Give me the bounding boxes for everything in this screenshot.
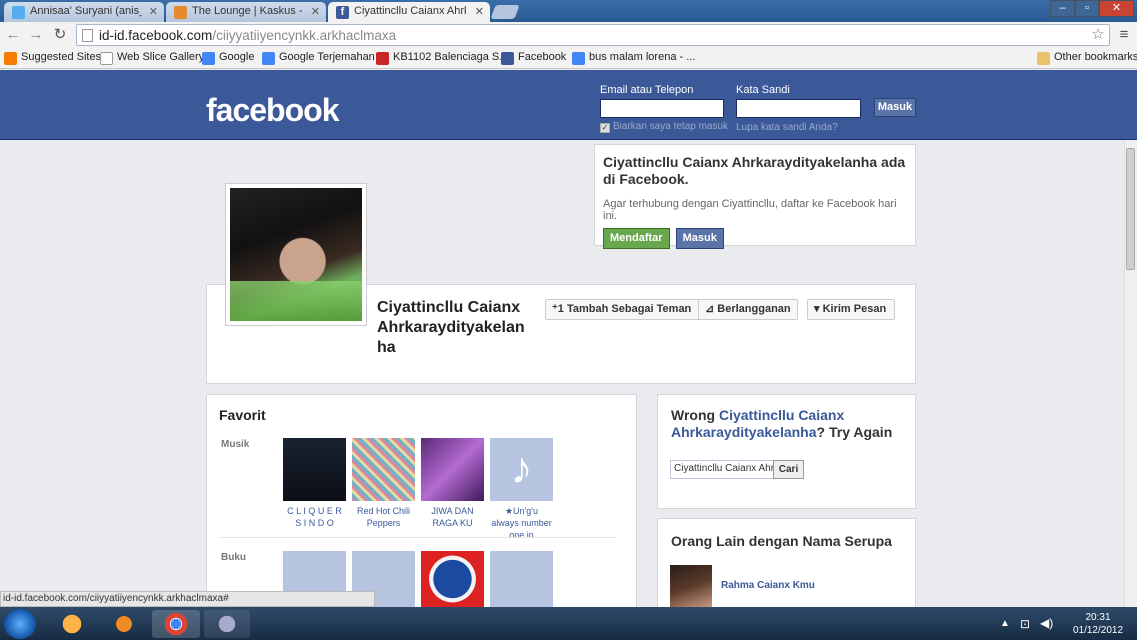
bookmark-google-translate[interactable]: Google Terjemahan (262, 51, 375, 65)
send-message-button[interactable]: ▾ Kirim Pesan (807, 299, 895, 320)
facebook-header: facebook Email atau Telepon Kata Sandi M… (0, 70, 1137, 140)
firefox-icon[interactable] (50, 610, 94, 638)
rss-icon: ⊿ (705, 303, 718, 315)
media-player-icon[interactable] (102, 610, 146, 638)
page-icon (82, 29, 93, 42)
similar-names-title: Orang Lain dengan Nama Serupa (671, 533, 892, 549)
google-icon (202, 52, 215, 65)
address-bar[interactable]: id-id.facebook.com/ciiyyatiiyencynkk.ark… (76, 24, 1110, 46)
email-label: Email atau Telepon (600, 84, 694, 96)
maximize-button[interactable]: ▫ (1075, 0, 1099, 17)
profile-picture[interactable] (225, 183, 367, 326)
shop-icon (376, 52, 389, 65)
music-tile-rhcp[interactable] (352, 438, 415, 501)
bookmark-web-slice[interactable]: Web Slice Gallery (100, 51, 204, 65)
forward-icon[interactable]: → (27, 26, 45, 44)
start-button[interactable] (4, 609, 36, 639)
kaskus-icon (174, 6, 187, 19)
music-label: Musik (221, 439, 250, 450)
browser-toolbar: ← → ↻ id-id.facebook.com/ciiyyatiiyencyn… (0, 22, 1137, 48)
message-icon: ▾ (814, 303, 823, 315)
facebook-logo[interactable]: facebook (206, 92, 339, 129)
add-friend-button[interactable]: ⁺1 Tambah Sebagai Teman (545, 299, 699, 320)
password-label: Kata Sandi (736, 84, 790, 96)
bookmarks-bar: Suggested Sites Web Slice Gallery Google… (0, 48, 1137, 69)
signup-login-button[interactable]: Masuk (675, 228, 724, 249)
search-button[interactable]: Cari (773, 460, 804, 479)
add-friend-icon: ⁺1 (552, 303, 567, 315)
bookmark-kb1102[interactable]: KB1102 Balenciaga S... (376, 51, 508, 65)
search-input[interactable]: Ciyattincllu Caianx Ahrka (670, 460, 774, 479)
close-icon[interactable]: ✕ (475, 5, 484, 18)
book-tile[interactable] (490, 551, 553, 607)
subscribe-button[interactable]: ⊿ Berlangganan (698, 299, 798, 320)
music-caption[interactable]: ★Un'g'u always number one in (490, 505, 553, 541)
reload-icon[interactable]: ↻ (51, 26, 69, 44)
close-icon[interactable]: ✕ (311, 5, 320, 18)
volume-icon[interactable]: ◀) (1040, 616, 1053, 630)
remember-checkbox[interactable]: ✓ Biarkan saya tetap masuk (600, 121, 728, 133)
suggested-sites-icon (4, 52, 17, 65)
status-bar: id-id.facebook.com/ciiyyatiiyencynkk.ark… (0, 591, 375, 607)
tray-arrow-icon[interactable]: ▲ (1000, 618, 1010, 629)
bookmark-google[interactable]: Google (202, 51, 254, 65)
music-tile-jiwa[interactable] (421, 438, 484, 501)
signup-title: Ciyattincllu Caianx Ahrkaraydityakelanha… (603, 154, 906, 187)
bookmark-suggested-sites[interactable]: Suggested Sites (4, 51, 101, 65)
divider (219, 537, 616, 538)
clock[interactable]: 20:31 01/12/2012 (1062, 611, 1134, 637)
music-caption[interactable]: JIWA DAN RAGA KU (421, 505, 484, 529)
login-button[interactable]: Masuk (874, 98, 916, 117)
music-tile-cliquers[interactable] (283, 438, 346, 501)
music-caption[interactable]: Red Hot Chili Peppers (352, 505, 415, 529)
avatar[interactable] (670, 565, 712, 607)
email-input[interactable] (600, 99, 724, 118)
minimize-button[interactable]: – (1050, 0, 1075, 17)
bookmark-bus-malam[interactable]: bus malam lorena - ... (572, 51, 695, 65)
password-input[interactable] (736, 99, 861, 118)
wrong-person-card: Wrong Ciyattincllu Caianx Ahrkaraydityak… (657, 394, 916, 509)
book-tile[interactable] (421, 551, 484, 607)
network-icon[interactable]: ⊡ (1020, 617, 1030, 631)
check-icon: ✓ (600, 123, 610, 133)
page-icon (100, 52, 113, 65)
tab-twitter[interactable]: Annisaa' Suryani (anis_su ✕ (4, 2, 164, 22)
paint-icon[interactable] (204, 610, 250, 638)
signup-card: Ciyattincllu Caianx Ahrkaraydityakelanha… (594, 144, 916, 249)
profile-name: Ciyattincllu Caianx Ahrkaraydityakelanha (377, 299, 525, 356)
music-note-icon[interactable]: ♪ (490, 438, 553, 501)
favorites-title: Favorit (219, 407, 266, 423)
translate-icon (262, 52, 275, 65)
scrollbar-thumb[interactable] (1126, 148, 1135, 270)
signup-button[interactable]: Mendaftar (603, 228, 670, 249)
signup-text: Agar terhubung dengan Ciyattincllu, daft… (603, 198, 897, 222)
twitter-icon (12, 6, 25, 19)
close-icon[interactable]: ✕ (149, 5, 158, 18)
google-icon (572, 52, 585, 65)
menu-icon[interactable]: ≡ (1115, 26, 1133, 44)
books-label: Buku (221, 552, 246, 563)
bookmark-facebook[interactable]: Facebook (501, 51, 566, 65)
close-window-button[interactable]: ✕ (1099, 0, 1134, 17)
tab-kaskus[interactable]: The Lounge | Kaskus - Th ✕ (166, 2, 326, 22)
chrome-icon[interactable] (152, 610, 200, 638)
back-icon[interactable]: ← (4, 26, 22, 44)
folder-icon (1037, 52, 1050, 65)
forgot-password-link[interactable]: Lupa kata sandi Anda? (736, 122, 838, 133)
star-icon[interactable]: ☆ (1089, 26, 1107, 44)
avatar (230, 188, 362, 321)
tab-facebook[interactable]: f Ciyattincllu Caianx Ahrka ✕ (328, 2, 490, 22)
facebook-icon: f (336, 6, 349, 19)
facebook-icon (501, 52, 514, 65)
other-bookmarks[interactable]: Other bookmarks (1037, 51, 1137, 65)
music-caption[interactable]: C L I Q U E R S I N D O (283, 505, 346, 529)
similar-person-link[interactable]: Rahma Caianx Kmu (721, 580, 815, 591)
